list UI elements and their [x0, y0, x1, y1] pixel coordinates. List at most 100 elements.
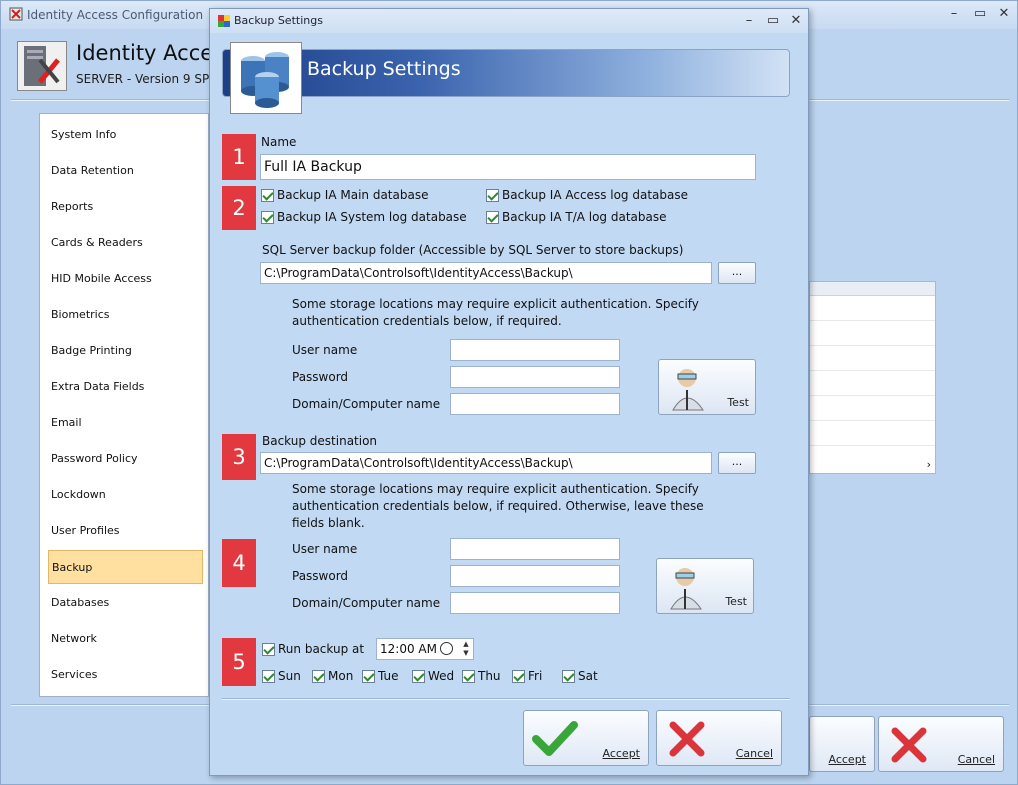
grid-row[interactable]: [810, 371, 935, 396]
dialog-accept-label: Accept: [602, 747, 641, 760]
database-backup-icon: [230, 42, 302, 114]
grid-row[interactable]: [810, 296, 935, 321]
backup-system-log-db-checkbox[interactable]: Backup IA System log database: [261, 210, 467, 224]
scroll-right-icon[interactable]: ›: [927, 458, 931, 471]
cancel-x-icon: [891, 727, 927, 763]
maximize-icon[interactable]: ▭: [969, 5, 991, 23]
checkbox-label: Backup IA System log database: [277, 210, 467, 224]
grid-row[interactable]: [810, 346, 935, 371]
dialog-minimize-icon[interactable]: –: [738, 12, 760, 30]
name-input[interactable]: [260, 154, 756, 180]
user-name-input-2[interactable]: [450, 538, 620, 560]
dialog-banner: Backup Settings: [222, 49, 790, 97]
sidebar-item-badge-printing[interactable]: Badge Printing: [48, 334, 203, 368]
sql-folder-browse-button[interactable]: ...: [718, 262, 756, 284]
grid-header: [810, 282, 935, 296]
name-label: Name: [261, 135, 297, 149]
backup-list-grid[interactable]: ›: [809, 281, 936, 474]
cancel-x-icon: [669, 721, 705, 757]
dialog-close-icon[interactable]: ✕: [785, 12, 807, 30]
sidebar-item-databases[interactable]: Databases: [48, 586, 203, 620]
domain-input-1[interactable]: [450, 393, 620, 415]
day-label: Wed: [428, 669, 455, 683]
sidebar-item-backup[interactable]: Backup: [48, 550, 203, 584]
spinner-arrows-icon[interactable]: ▲ ▼: [460, 640, 472, 658]
user-name-label-1: User name: [292, 343, 358, 357]
step-badge-5: 5: [222, 638, 256, 686]
day-tue-checkbox[interactable]: Tue: [362, 669, 399, 683]
step-badge-1: 1: [222, 134, 256, 180]
sidebar-item-password-policy[interactable]: Password Policy: [48, 442, 203, 476]
sidebar-item-biometrics[interactable]: Biometrics: [48, 298, 203, 332]
dialog-accept-button[interactable]: Accept: [523, 710, 649, 766]
backup-time-picker[interactable]: 12:00 AM ▲ ▼: [376, 638, 474, 660]
sidebar-item-hid-mobile-access[interactable]: HID Mobile Access: [48, 262, 203, 296]
password-input-1[interactable]: [450, 366, 620, 388]
sidebar-item-reports[interactable]: Reports: [48, 190, 203, 224]
checkbox-checked-icon: [512, 669, 525, 683]
destination-browse-button[interactable]: ...: [718, 452, 756, 474]
checkbox-checked-icon: [486, 210, 499, 224]
minimize-icon[interactable]: –: [943, 5, 965, 23]
main-accept-label: Accept: [828, 753, 867, 766]
day-mon-checkbox[interactable]: Mon: [312, 669, 353, 683]
backup-access-log-db-checkbox[interactable]: Backup IA Access log database: [486, 188, 688, 202]
user-name-label-2: User name: [292, 542, 358, 556]
grid-row[interactable]: [810, 421, 935, 446]
sidebar-item-system-info[interactable]: System Info: [48, 118, 203, 152]
sidebar-item-data-retention[interactable]: Data Retention: [48, 154, 203, 188]
day-fri-checkbox[interactable]: Fri: [512, 669, 542, 683]
day-label: Sat: [578, 669, 598, 683]
sidebar-item-extra-data-fields[interactable]: Extra Data Fields: [48, 370, 203, 404]
checkbox-checked-icon: [261, 210, 274, 224]
sidebar-item-user-profiles[interactable]: User Profiles: [48, 514, 203, 548]
user-name-input-1[interactable]: [450, 339, 620, 361]
checkbox-label: Backup IA Access log database: [502, 188, 688, 202]
clock-icon[interactable]: [440, 642, 453, 655]
day-thu-checkbox[interactable]: Thu: [462, 669, 501, 683]
checkbox-label: Backup IA Main database: [277, 188, 429, 202]
domain-label-1: Domain/Computer name: [292, 397, 441, 411]
checkbox-label: Backup IA T/A log database: [502, 210, 667, 224]
auth-note-1: Some storage locations may require expli…: [292, 297, 699, 328]
day-label: Mon: [328, 669, 354, 683]
dialog-cancel-button[interactable]: Cancel: [656, 710, 782, 766]
day-label: Tue: [378, 669, 399, 683]
backup-time-value: 12:00 AM: [380, 642, 437, 656]
app-icon: [9, 7, 23, 21]
main-cancel-button[interactable]: Cancel: [878, 716, 1004, 772]
dialog-cancel-label: Cancel: [735, 747, 773, 760]
sidebar-item-services[interactable]: Services: [48, 658, 203, 692]
run-backup-checkbox[interactable]: Run backup at: [262, 642, 364, 656]
run-backup-label: Run backup at: [278, 642, 365, 656]
dialog-maximize-icon[interactable]: ▭: [762, 12, 784, 30]
grid-row[interactable]: [810, 396, 935, 421]
day-sun-checkbox[interactable]: Sun: [262, 669, 301, 683]
test-credentials-button-1[interactable]: Test: [658, 359, 756, 415]
close-icon[interactable]: ✕: [993, 5, 1015, 23]
auth-note-2: Some storage locations may require expli…: [292, 482, 704, 530]
destination-label: Backup destination: [262, 434, 378, 448]
backup-ta-log-db-checkbox[interactable]: Backup IA T/A log database: [486, 210, 667, 224]
password-input-2[interactable]: [450, 565, 620, 587]
sidebar-item-lockdown[interactable]: Lockdown: [48, 478, 203, 512]
dialog-titlebar: Backup Settings – ▭ ✕: [210, 9, 808, 33]
day-wed-checkbox[interactable]: Wed: [412, 669, 454, 683]
sql-folder-input[interactable]: [260, 262, 712, 284]
checkbox-checked-icon: [261, 188, 274, 202]
day-sat-checkbox[interactable]: Sat: [562, 669, 598, 683]
main-accept-button[interactable]: Accept: [809, 716, 875, 772]
checkbox-checked-icon: [362, 669, 375, 683]
destination-input[interactable]: [260, 452, 712, 474]
sidebar-item-cards-readers[interactable]: Cards & Readers: [48, 226, 203, 260]
checkbox-checked-icon: [262, 669, 275, 683]
sidebar-item-network[interactable]: Network: [48, 622, 203, 656]
backup-main-db-checkbox[interactable]: Backup IA Main database: [261, 188, 428, 202]
dialog-bottom-divider: [222, 698, 790, 700]
checkbox-checked-icon: [562, 669, 575, 683]
domain-input-2[interactable]: [450, 592, 620, 614]
sidebar-item-email[interactable]: Email: [48, 406, 203, 440]
grid-row[interactable]: [810, 321, 935, 346]
test-credentials-button-2[interactable]: Test: [656, 558, 754, 614]
checkbox-checked-icon: [486, 188, 499, 202]
